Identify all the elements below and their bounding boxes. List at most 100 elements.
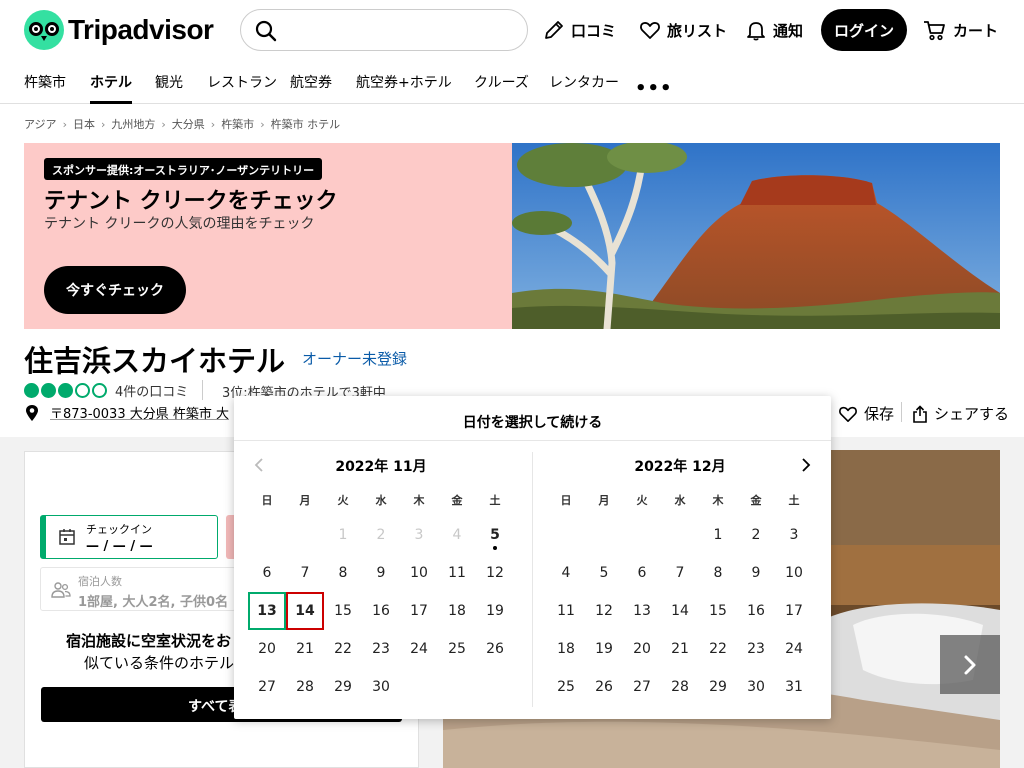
calendar-day[interactable]: 11 xyxy=(438,554,476,592)
calendar-day[interactable]: 6 xyxy=(248,554,286,592)
calendar-day[interactable]: 10 xyxy=(775,554,813,592)
calendar-day[interactable]: 20 xyxy=(248,630,286,668)
tab-hotels[interactable]: ホテル xyxy=(90,72,132,104)
sponsored-banner[interactable]: スポンサー提供:オーストラリア･ノーザンテリトリー テナント クリークをチェック… xyxy=(24,143,1000,329)
calendar-day[interactable]: 9 xyxy=(362,554,400,592)
tab-city[interactable]: 杵築市 xyxy=(24,72,66,104)
calendar-day[interactable]: 25 xyxy=(547,668,585,706)
calendar-day[interactable]: 8 xyxy=(699,554,737,592)
calendar-day[interactable]: 17 xyxy=(775,592,813,630)
calendar-day[interactable]: 29 xyxy=(324,668,362,706)
calendar-day[interactable]: 23 xyxy=(362,630,400,668)
calendar-day[interactable]: 27 xyxy=(248,668,286,706)
calendar-day[interactable]: 15 xyxy=(324,592,362,630)
breadcrumb-item[interactable]: 九州地方 xyxy=(111,116,155,132)
tab-flights-hotels[interactable]: 航空券+ホテル xyxy=(356,72,452,104)
weekday-header: 日 xyxy=(261,494,273,507)
tripadvisor-logo[interactable]: Tripadvisor xyxy=(24,10,214,50)
weekday-header: 月 xyxy=(299,494,311,507)
calendar-day[interactable]: 19 xyxy=(585,630,623,668)
search-input[interactable] xyxy=(240,9,528,51)
cart-icon xyxy=(924,21,945,41)
calendar-day[interactable]: 2 xyxy=(737,516,775,554)
calendar-day[interactable]: 10 xyxy=(400,554,438,592)
breadcrumb-item[interactable]: 杵築市 ホテル xyxy=(271,116,341,132)
address-row[interactable]: 〒873-0033 大分県 杵築市 大 xyxy=(24,403,229,422)
photo-next-button[interactable] xyxy=(940,635,1000,694)
calendar-day[interactable]: 17 xyxy=(400,592,438,630)
calendar-day[interactable]: 24 xyxy=(400,630,438,668)
calendar-day[interactable]: 12 xyxy=(476,554,514,592)
calendar-day[interactable]: 31 xyxy=(775,668,813,706)
calendar-day[interactable]: 12 xyxy=(585,592,623,630)
calendar-day[interactable]: 1 xyxy=(699,516,737,554)
tab-rental-cars[interactable]: レンタカー xyxy=(549,72,619,104)
breadcrumb-item[interactable]: 大分県 xyxy=(172,116,205,132)
calendar-day[interactable]: 6 xyxy=(623,554,661,592)
hotel-address[interactable]: 〒873-0033 大分県 杵築市 大 xyxy=(50,403,229,422)
cart-button[interactable]: カート xyxy=(923,12,998,48)
owner-unregistered-link[interactable]: オーナー未登録 xyxy=(302,348,407,369)
calendar-day[interactable]: 18 xyxy=(547,630,585,668)
nav-trips[interactable]: 旅リスト xyxy=(639,12,727,48)
calendar-day[interactable]: 8 xyxy=(324,554,362,592)
calendar-day[interactable]: 26 xyxy=(476,630,514,668)
calendar-day[interactable]: 28 xyxy=(661,668,699,706)
calendar-day[interactable]: 30 xyxy=(737,668,775,706)
rating-bubble-filled xyxy=(24,382,39,398)
calendar-day[interactable]: 7 xyxy=(286,554,324,592)
calendar-day[interactable]: 14 xyxy=(661,592,699,630)
calendar-day[interactable]: 5 xyxy=(476,516,514,554)
calendar-day[interactable]: 11 xyxy=(547,592,585,630)
calendar-day[interactable]: 15 xyxy=(699,592,737,630)
breadcrumb-item[interactable]: 日本 xyxy=(73,116,95,132)
save-button[interactable]: 保存 xyxy=(838,403,894,424)
nav-reviews[interactable]: 口コミ xyxy=(543,12,616,48)
calendar-day[interactable]: 19 xyxy=(476,592,514,630)
review-count[interactable]: 4件の口コミ xyxy=(115,381,188,400)
calendar-day[interactable]: 4 xyxy=(547,554,585,592)
datepicker-pointer xyxy=(222,478,234,502)
calendar-day[interactable]: 22 xyxy=(324,630,362,668)
nav-notifications[interactable]: 通知 xyxy=(745,12,803,48)
calendar-day[interactable]: 25 xyxy=(438,630,476,668)
calendar-day[interactable]: 5 xyxy=(585,554,623,592)
rating-summary[interactable]: 4件の口コミ xyxy=(24,381,188,400)
calendar-day[interactable]: 23 xyxy=(737,630,775,668)
calendar-day[interactable]: 28 xyxy=(286,668,324,706)
tab-attractions[interactable]: 観光 xyxy=(155,72,183,104)
calendar-day[interactable]: 13 xyxy=(623,592,661,630)
calendar-day[interactable]: 21 xyxy=(661,630,699,668)
banner-title: テナント クリークをチェック xyxy=(44,189,338,214)
breadcrumb-item[interactable]: 杵築市 xyxy=(221,116,254,132)
banner-cta-button[interactable]: 今すぐチェック xyxy=(44,266,186,314)
calendar-day[interactable]: 13 xyxy=(248,592,286,630)
calendar-day[interactable]: 7 xyxy=(661,554,699,592)
login-button[interactable]: ログイン xyxy=(821,9,907,51)
calendar-day[interactable]: 22 xyxy=(699,630,737,668)
calendar-day[interactable]: 26 xyxy=(585,668,623,706)
calendar-day[interactable]: 18 xyxy=(438,592,476,630)
calendar-day[interactable]: 16 xyxy=(737,592,775,630)
calendar-day[interactable]: 24 xyxy=(775,630,813,668)
share-button[interactable]: シェアする xyxy=(912,403,1009,424)
calendar-day[interactable]: 30 xyxy=(362,668,400,706)
tab-restaurants[interactable]: レストラン xyxy=(207,72,277,104)
calendar-day[interactable]: 9 xyxy=(737,554,775,592)
calendar-day[interactable]: 20 xyxy=(623,630,661,668)
calendar-day[interactable]: 21 xyxy=(286,630,324,668)
calendar-day[interactable]: 27 xyxy=(623,668,661,706)
guests-field[interactable]: 宿泊人数 1部屋, 大人2名, 子供0名 xyxy=(40,567,236,611)
more-menu-button[interactable]: ••• xyxy=(635,78,673,99)
tab-cruises[interactable]: クルーズ xyxy=(474,72,529,104)
calendar-day[interactable]: 16 xyxy=(362,592,400,630)
month-title: 2022年 11月 xyxy=(335,459,427,475)
divider xyxy=(202,380,203,400)
weekday-header: 火 xyxy=(636,494,648,507)
checkin-date-field[interactable]: チェックイン — / — / — xyxy=(40,515,218,559)
tab-flights[interactable]: 航空券 xyxy=(290,72,332,104)
calendar-day[interactable]: 3 xyxy=(775,516,813,554)
breadcrumb-item[interactable]: アジア xyxy=(24,116,57,132)
calendar-day[interactable]: 14 xyxy=(286,592,324,630)
calendar-day[interactable]: 29 xyxy=(699,668,737,706)
